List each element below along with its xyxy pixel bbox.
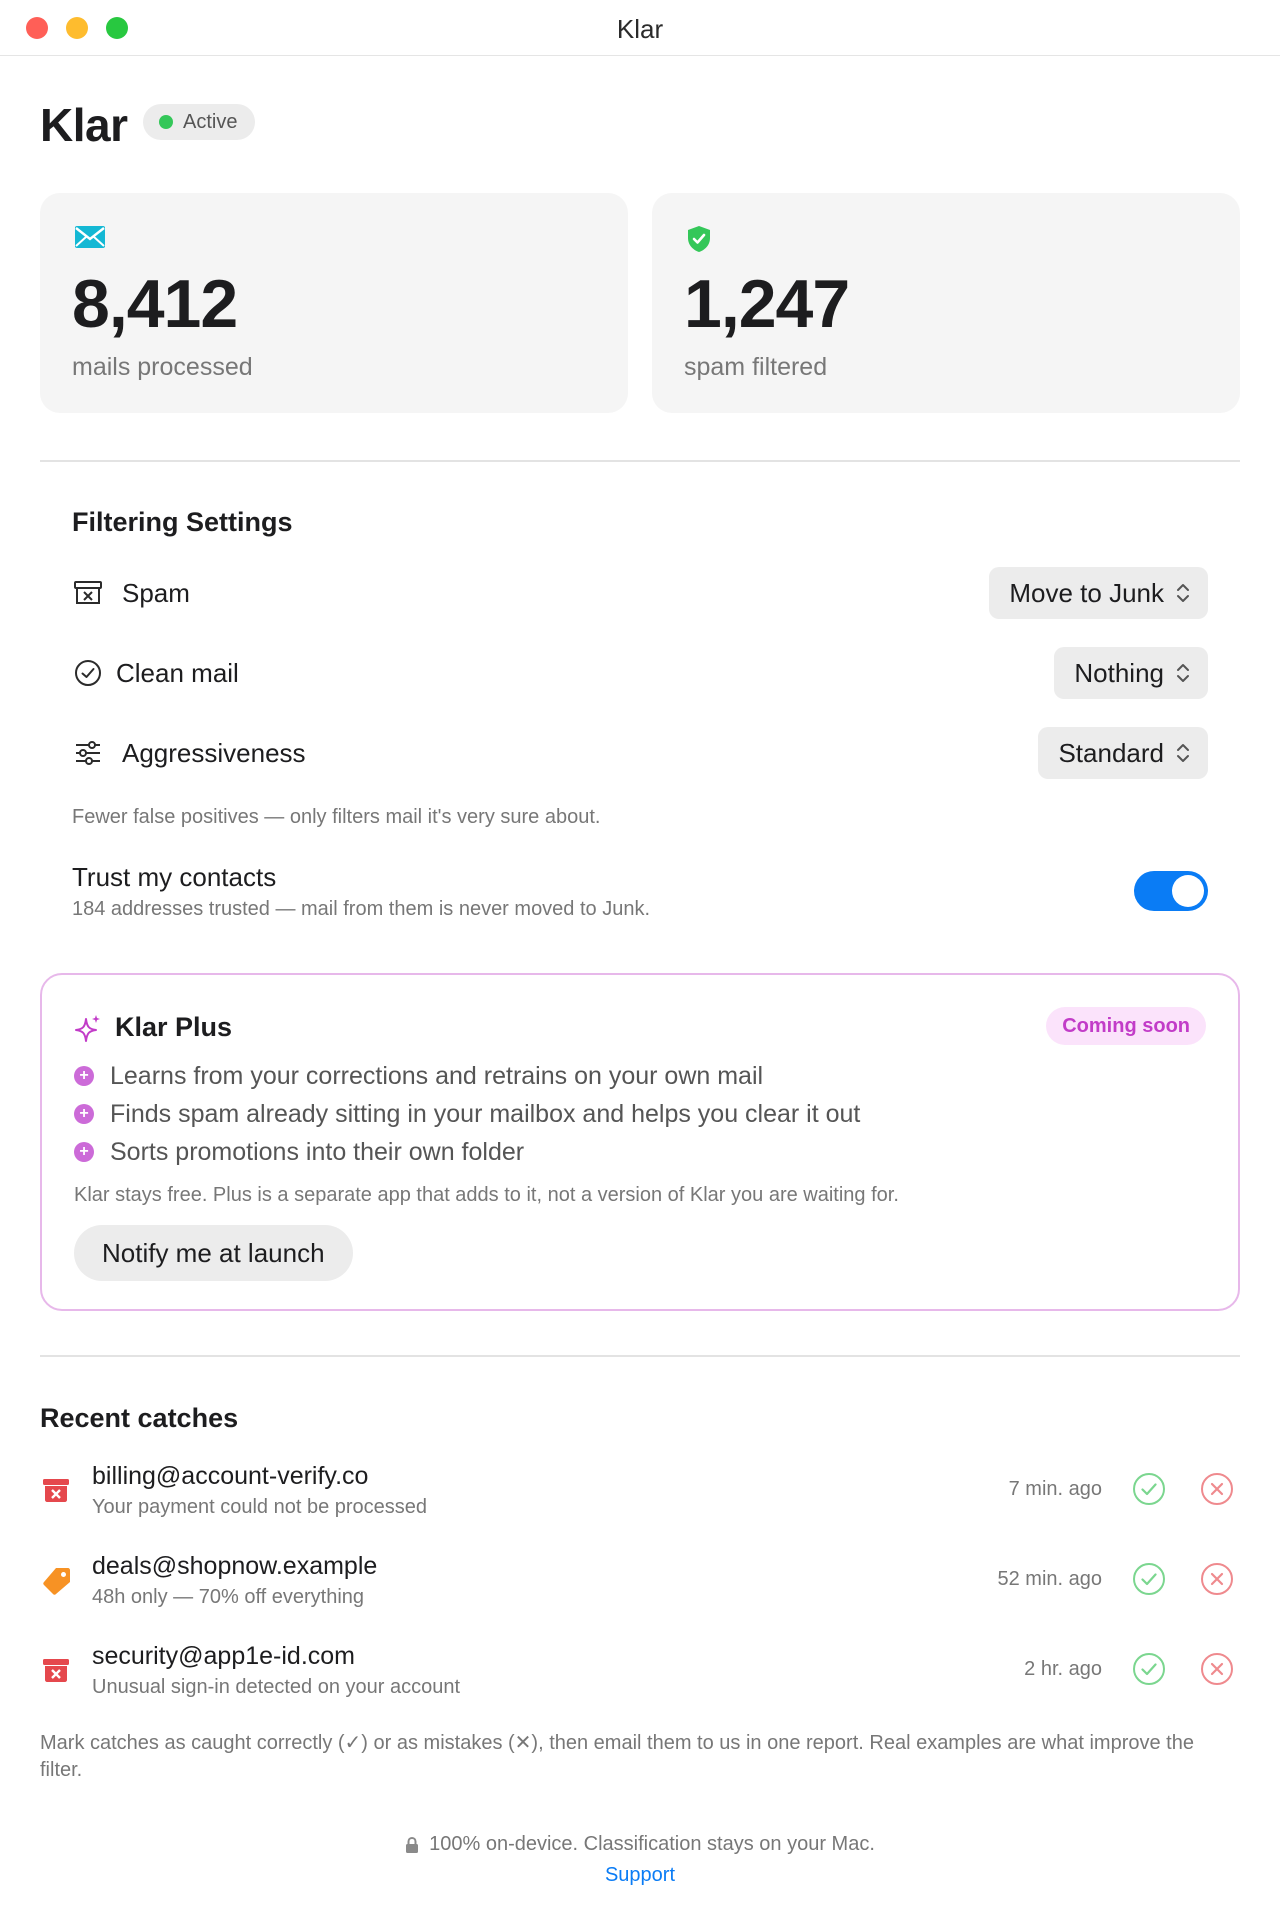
catch-row: deals@shopnow.example 48h only — 70% off… [40,1546,1240,1614]
sliders-icon [72,737,104,769]
up-down-chevron-icon [1177,584,1189,602]
mark-correct-button[interactable] [1132,1652,1166,1686]
shield-check-icon [688,226,710,252]
status-dot-icon [159,115,173,129]
spam-filtered-value: 1,247 [684,266,850,342]
plus-note: Klar stays free. Plus is a separate app … [74,1184,899,1206]
aggressiveness-hint: Fewer false positives — only filters mai… [72,806,601,828]
mark-mistake-button[interactable] [1200,1562,1234,1596]
clean-mail-setting-label: Clean mail [116,657,239,688]
mark-correct-button[interactable] [1132,1562,1166,1596]
recent-catches-title: Recent catches [40,1403,239,1433]
coming-soon-badge: Coming soon [1046,1007,1206,1045]
junk-icon [43,1479,69,1502]
plus-feature-text: Sorts promotions into their own folder [110,1137,525,1166]
tag-icon [43,1568,70,1595]
divider [40,460,1240,462]
divider [40,1355,1240,1357]
catch-subject: 48h only — 70% off everything [92,1586,365,1608]
status-badge: Active [143,104,256,140]
sparkles-icon [75,1015,100,1042]
plus-feature-text: Learns from your corrections and retrain… [110,1061,764,1090]
clean-mail-action-value: Nothing [1074,657,1164,688]
mails-processed-card: 8,412 mails processed [40,193,628,413]
mark-correct-button[interactable] [1132,1472,1166,1506]
junk-box-icon [72,577,104,609]
support-link[interactable]: Support [0,1864,1280,1887]
spam-setting-label: Spam [122,577,190,608]
trust-contacts-title: Trust my contacts [72,862,277,892]
trust-contacts-toggle[interactable] [1134,871,1208,911]
lock-icon [406,1836,419,1853]
aggressiveness-setting-row: Aggressiveness Standard [72,727,1208,779]
plus-bullet-icon: + [74,1066,94,1086]
clean-mail-setting-row: Clean mail Nothing [72,647,1208,699]
spam-action-value: Move to Junk [1009,577,1164,608]
aggressiveness-select[interactable]: Standard [1038,727,1208,779]
catch-subject: Your payment could not be processed [92,1496,428,1518]
catch-sender: billing@account-verify.co [92,1462,369,1490]
privacy-text: 100% on-device. Classification stays on … [429,1833,875,1855]
catch-time: 52 min. ago [997,1568,1102,1590]
aggressiveness-value: Standard [1058,737,1164,768]
plus-feature-list: + Learns from your corrections and retra… [74,1057,860,1171]
status-label: Active [183,110,238,133]
catch-row: billing@account-verify.co Your payment c… [40,1456,1240,1524]
mails-processed-label: mails processed [72,353,253,381]
spam-action-select[interactable]: Move to Junk [989,567,1208,619]
spam-filtered-label: spam filtered [684,353,828,381]
spam-setting-row: Spam Move to Junk [72,567,1208,619]
plus-feature-item: + Learns from your corrections and retra… [74,1057,860,1095]
catch-row: security@app1e-id.com Unusual sign-in de… [40,1636,1240,1704]
envelope-icon [75,226,105,248]
catch-time: 2 hr. ago [1024,1658,1102,1680]
support-link-label[interactable]: Support [605,1864,675,1886]
page-title: Klar [40,99,128,151]
catch-subject: Unusual sign-in detected on your account [92,1676,461,1698]
window-title: Klar [616,14,664,44]
privacy-note: 100% on-device. Classification stays on … [0,1833,1280,1856]
mails-processed-value: 8,412 [72,266,238,342]
toggle-knob [1172,875,1204,907]
klar-plus-card: Klar Plus Coming soon + Learns from your… [40,973,1240,1311]
junk-icon [43,1659,69,1682]
plus-feature-item: + Finds spam already sitting in your mai… [74,1095,860,1133]
mark-mistake-button[interactable] [1200,1652,1234,1686]
catch-sender: security@app1e-id.com [92,1642,355,1670]
filtering-settings-title: Filtering Settings [72,507,293,537]
up-down-chevron-icon [1177,744,1189,762]
klar-plus-title: Klar Plus [115,1012,233,1042]
notify-me-button[interactable]: Notify me at launch [74,1225,353,1281]
clean-mail-action-select[interactable]: Nothing [1054,647,1208,699]
catch-sender: deals@shopnow.example [92,1552,378,1580]
plus-bullet-icon: + [74,1104,94,1124]
trust-contacts-subtitle: 184 addresses trusted — mail from them i… [72,898,651,920]
plus-feature-text: Finds spam already sitting in your mailb… [110,1099,861,1128]
up-down-chevron-icon [1177,664,1189,682]
checkmark-circle-icon [72,657,104,689]
catch-time: 7 min. ago [1008,1478,1102,1500]
plus-feature-item: + Sorts promotions into their own folder [74,1133,860,1171]
spam-filtered-card: 1,247 spam filtered [652,193,1240,413]
plus-bullet-icon: + [74,1142,94,1162]
aggressiveness-setting-label: Aggressiveness [122,737,306,768]
mark-mistake-button[interactable] [1200,1472,1234,1506]
catches-instructions: Mark catches as caught correctly (✓) or … [40,1732,1194,1781]
title-bar: Klar [0,0,1280,56]
